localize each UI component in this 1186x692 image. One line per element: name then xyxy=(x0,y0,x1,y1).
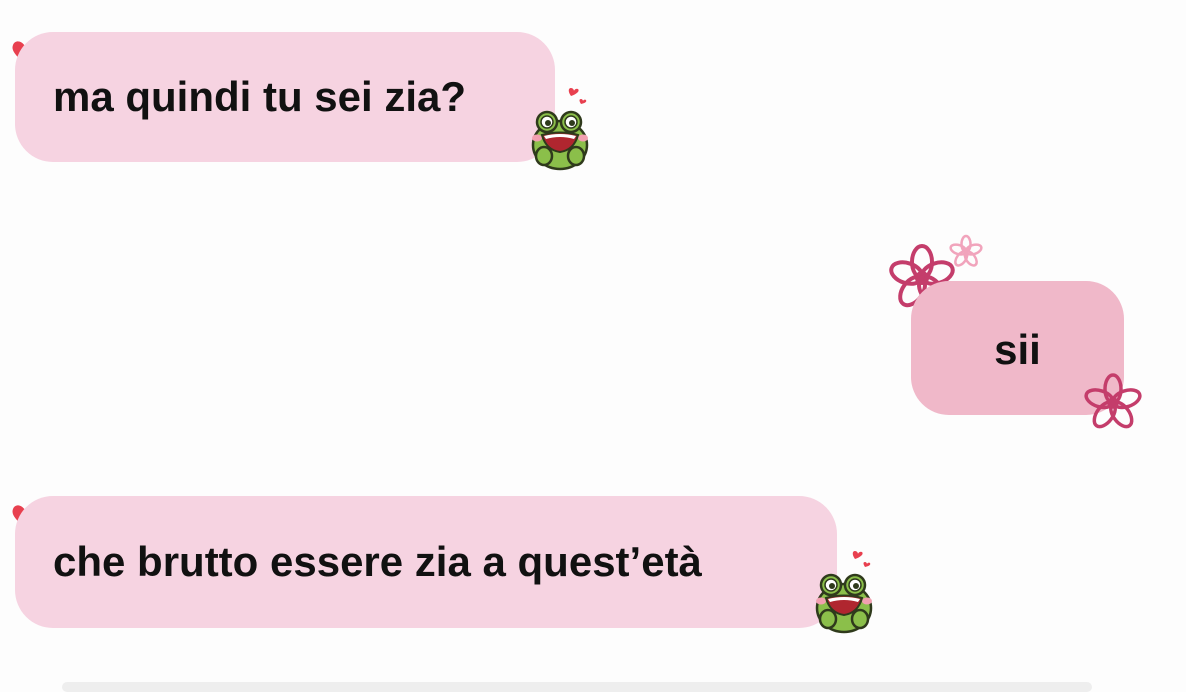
message-text: ma quindi tu sei zia? xyxy=(53,73,467,120)
frog-sticker-icon xyxy=(531,88,589,171)
message-text: sii xyxy=(994,326,1041,373)
input-bar-edge xyxy=(62,682,1092,692)
small-flower-icon xyxy=(949,234,983,267)
flower-icon xyxy=(1084,373,1142,429)
message-text: che brutto essere zia a quest’età xyxy=(53,538,702,585)
message-bubble-incoming[interactable]: che brutto essere zia a quest’età xyxy=(15,496,837,628)
chat-thread: ma quindi tu sei zia? sii che brutto ess… xyxy=(0,0,1186,692)
frog-sticker-icon xyxy=(815,551,873,634)
message-bubble-incoming[interactable]: ma quindi tu sei zia? xyxy=(15,32,555,162)
